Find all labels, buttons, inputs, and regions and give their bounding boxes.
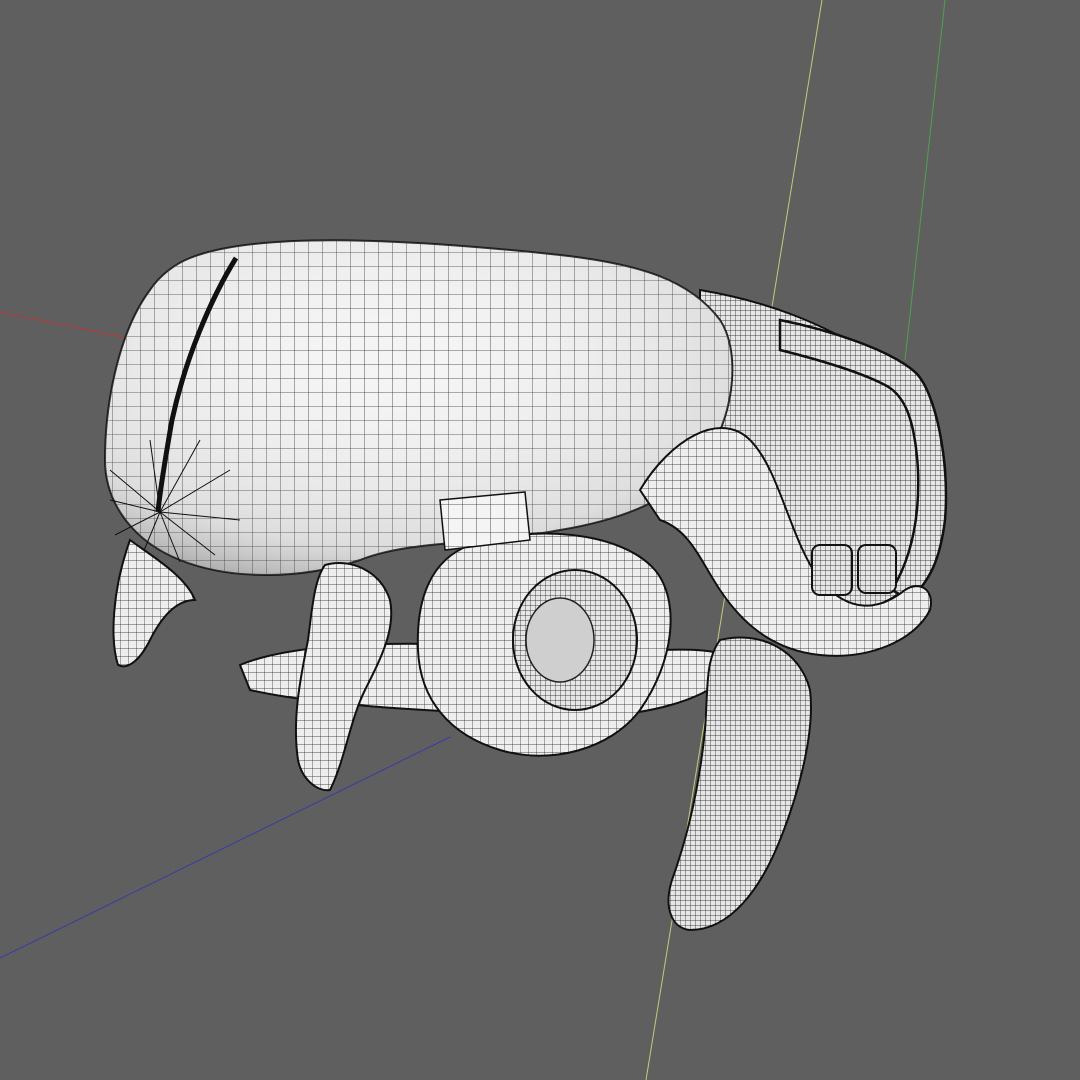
model-side-panel — [439, 491, 531, 551]
y-axis-line — [904, 0, 946, 361]
model-coil-inner — [525, 597, 595, 683]
model-cylinder-2 — [857, 544, 897, 594]
model-cylinder-1 — [811, 544, 853, 596]
model-body-shading — [105, 240, 733, 575]
3d-viewport[interactable] — [0, 0, 1080, 1080]
creature-model[interactable] — [103, 239, 948, 932]
viewport-canvas[interactable] — [0, 0, 1080, 1080]
z-axis-line — [0, 736, 451, 959]
